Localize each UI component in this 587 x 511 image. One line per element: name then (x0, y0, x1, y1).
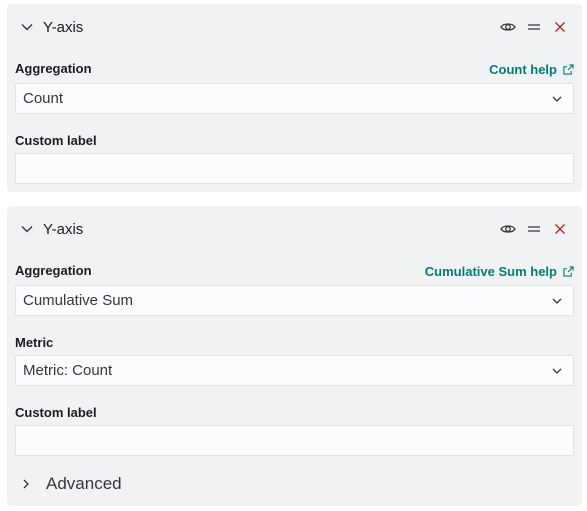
custom-label-label: Custom label (15, 133, 97, 148)
aggregation-select[interactable]: Count (15, 83, 574, 114)
custom-label-input[interactable] (15, 153, 574, 184)
eye-icon[interactable] (500, 19, 516, 35)
external-link-icon (563, 266, 574, 277)
help-link-label[interactable]: Cumulative Sum help (425, 264, 557, 279)
y-axis-panel: Y-axis Aggregation Cumulative Sum help C… (7, 206, 582, 506)
chevron-down-icon[interactable] (20, 222, 34, 236)
metric-select-value: Metric: Count (23, 362, 113, 379)
count-help-link[interactable]: Count help (489, 62, 574, 77)
external-link-icon (563, 64, 574, 75)
chevron-down-icon (552, 368, 562, 374)
eye-icon[interactable] (500, 221, 516, 237)
custom-label-label: Custom label (15, 405, 97, 420)
panel-header: Y-axis (7, 220, 582, 240)
chevron-down-icon (552, 298, 562, 304)
drag-handle-icon[interactable] (526, 221, 542, 237)
panel-title[interactable]: Y-axis (43, 221, 83, 238)
panel-actions (500, 19, 568, 35)
chevron-right-icon (23, 479, 29, 489)
advanced-toggle[interactable]: Advanced (20, 474, 122, 494)
aggregation-label: Aggregation (15, 61, 92, 76)
panel-title[interactable]: Y-axis (43, 19, 83, 36)
help-link-label[interactable]: Count help (489, 62, 557, 77)
close-icon[interactable] (552, 221, 568, 237)
advanced-label[interactable]: Advanced (46, 474, 122, 494)
panel-actions (500, 221, 568, 237)
metric-label: Metric (15, 335, 54, 350)
panel-header: Y-axis (7, 18, 582, 38)
metric-select[interactable]: Metric: Count (15, 355, 574, 386)
close-icon[interactable] (552, 19, 568, 35)
aggregation-select-value: Cumulative Sum (23, 292, 134, 309)
aggregation-select-value: Count (23, 90, 64, 107)
aggregation-select[interactable]: Cumulative Sum (15, 285, 574, 316)
chevron-down-icon[interactable] (20, 20, 34, 34)
cumulative-sum-help-link[interactable]: Cumulative Sum help (425, 264, 574, 279)
y-axis-panel: Y-axis Aggregation Count help Count Cust… (7, 4, 582, 192)
chevron-down-icon (552, 96, 562, 102)
drag-handle-icon[interactable] (526, 19, 542, 35)
custom-label-input[interactable] (15, 425, 574, 456)
aggregation-label: Aggregation (15, 263, 92, 278)
